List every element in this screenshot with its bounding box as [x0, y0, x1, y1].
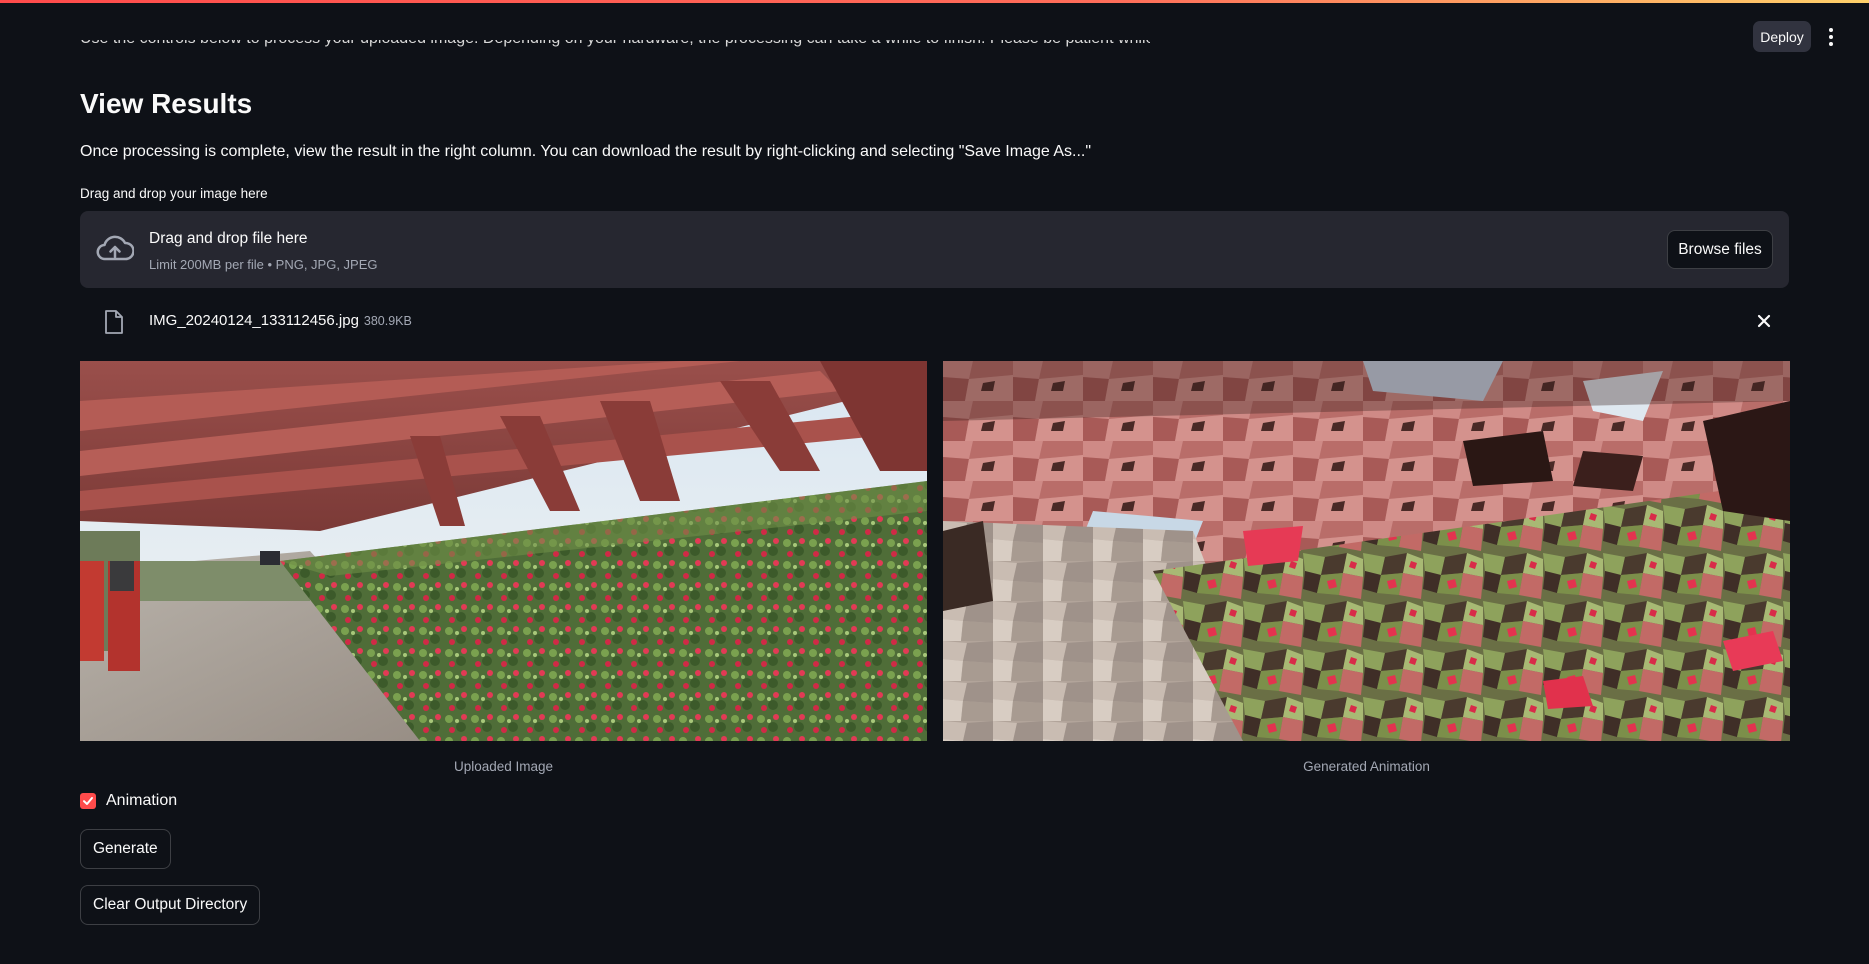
- browse-files-button[interactable]: Browse files: [1667, 230, 1773, 269]
- animation-checkbox[interactable]: [80, 793, 96, 809]
- file-dropzone[interactable]: Drag and drop file here Limit 200MB per …: [80, 211, 1789, 288]
- uploaded-image: [80, 361, 927, 741]
- vertical-dots-icon[interactable]: [1820, 24, 1842, 50]
- cloud-upload-icon: [96, 235, 134, 261]
- generate-button[interactable]: Generate: [80, 829, 171, 869]
- animation-checkbox-row[interactable]: Animation: [80, 792, 177, 810]
- dropzone-limit-text: Limit 200MB per file • PNG, JPG, JPEG: [149, 257, 378, 272]
- cut-off-instructions: Use the controls below to process your u…: [80, 40, 1150, 62]
- dropzone-title: Drag and drop file here: [149, 230, 308, 247]
- close-icon[interactable]: [1754, 311, 1774, 331]
- uploaded-image-caption: Uploaded Image: [453, 759, 554, 774]
- animation-checkbox-label: Animation: [106, 792, 178, 809]
- generated-animation-column: Generated Animation: [943, 361, 1790, 774]
- results-description: Once processing is complete, view the re…: [80, 143, 1092, 160]
- uploader-label: Drag and drop your image here: [80, 186, 268, 201]
- generated-animation-caption: Generated Animation: [1303, 759, 1430, 774]
- generated-animation-image: [943, 361, 1790, 741]
- deploy-button[interactable]: Deploy: [1753, 21, 1811, 52]
- top-decoration-bar: [0, 0, 1869, 3]
- uploaded-file-name: IMG_20240124_133112456.jpg 380.9KB: [149, 312, 412, 329]
- checkmark-icon: [83, 797, 93, 805]
- file-name-text: IMG_20240124_133112456.jpg: [149, 312, 359, 329]
- page-title: View Results: [80, 88, 253, 119]
- clear-output-directory-button[interactable]: Clear Output Directory: [80, 885, 261, 925]
- file-icon: [105, 310, 123, 334]
- file-size-text: 380.9KB: [363, 314, 412, 328]
- uploaded-image-column: Uploaded Image: [80, 361, 927, 774]
- uploaded-file-row: IMG_20240124_133112456.jpg 380.9KB: [80, 303, 1789, 339]
